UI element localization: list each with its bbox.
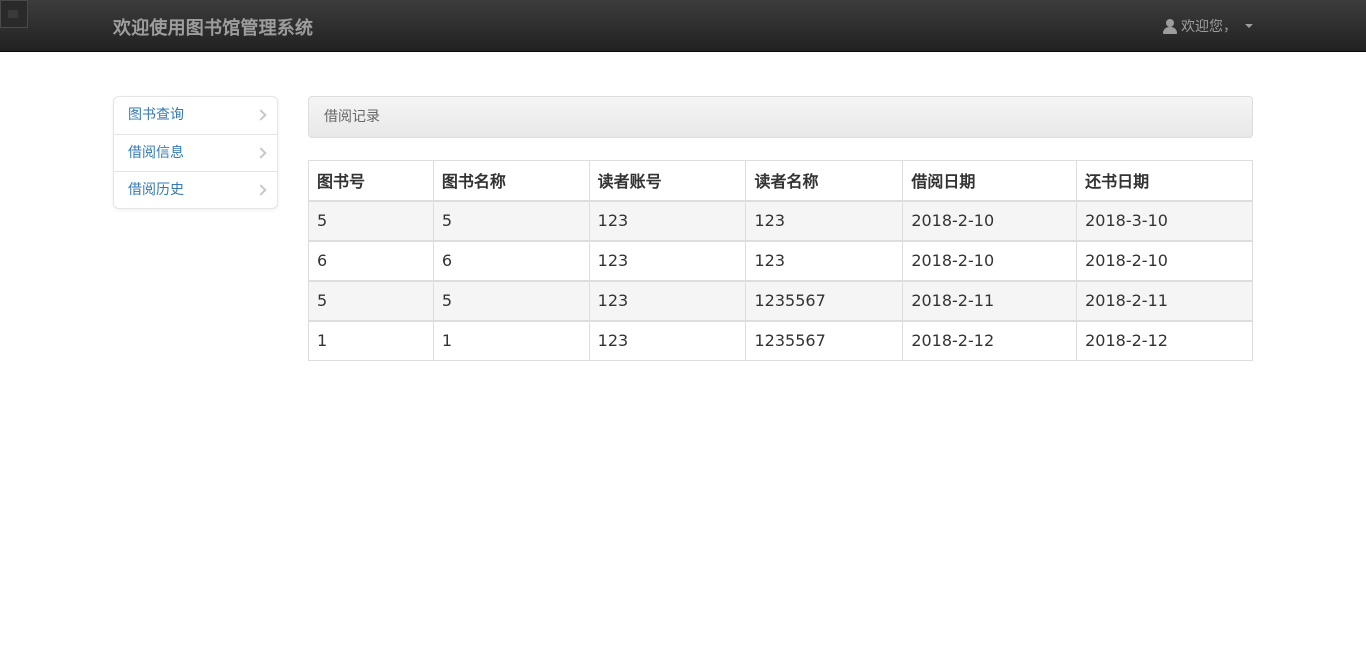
- table-cell: 5: [432, 279, 590, 321]
- table-cell: 123: [588, 279, 747, 321]
- table-cell: 5: [308, 200, 434, 241]
- table-cell: 2018-2-11: [902, 279, 1078, 321]
- chevron-right-icon: [255, 147, 267, 159]
- table-cell: 123: [588, 319, 747, 361]
- sidebar-item-borrow-history[interactable]: 借阅历史: [114, 171, 277, 208]
- table-cell: 5: [432, 200, 590, 241]
- table-cell: 2018-2-10: [902, 200, 1078, 241]
- table-row: 1 1 123 1235567 2018-2-12 2018-2-12: [308, 319, 1253, 361]
- table-row: 5 5 123 123 2018-2-10 2018-3-10: [308, 200, 1253, 241]
- chevron-right-icon: [255, 184, 267, 196]
- table-cell: 1235567: [745, 319, 904, 361]
- column-header-book-name: 图书名称: [432, 160, 590, 202]
- panel-heading: 借阅记录: [308, 96, 1253, 138]
- sidebar-nav: 图书查询 借阅信息 借阅历史: [113, 96, 278, 209]
- column-header-borrow-date: 借阅日期: [902, 160, 1078, 202]
- table-cell: 1: [432, 319, 590, 361]
- borrow-records-table: 图书号 图书名称 读者账号 读者名称 借阅日期 还书日期 5 5 123 123…: [308, 160, 1253, 361]
- table-cell: 2018-3-10: [1076, 200, 1253, 241]
- table-cell: 1235567: [745, 279, 904, 321]
- user-icon: [1163, 18, 1177, 34]
- table-cell: 123: [745, 200, 904, 241]
- table-cell: 2018-2-11: [1076, 279, 1253, 321]
- column-header-reader-account: 读者账号: [588, 160, 747, 202]
- user-greeting-label: 欢迎您，: [1181, 19, 1237, 35]
- column-header-book-id: 图书号: [308, 160, 434, 202]
- user-dropdown-toggle[interactable]: 欢迎您，: [1163, 16, 1253, 36]
- table-row: 5 5 123 1235567 2018-2-11 2018-2-11: [308, 279, 1253, 321]
- table-cell: 1: [308, 319, 434, 361]
- table-cell: 2018-2-12: [902, 319, 1078, 361]
- chevron-right-icon: [255, 109, 267, 121]
- top-navbar: 欢迎使用图书馆管理系统 欢迎您，: [0, 0, 1366, 52]
- table-cell: 6: [308, 239, 434, 281]
- table-cell: 6: [432, 239, 590, 281]
- table-header-row: 图书号 图书名称 读者账号 读者名称 借阅日期 还书日期: [308, 160, 1253, 202]
- column-header-return-date: 还书日期: [1076, 160, 1253, 202]
- table-cell: 5: [308, 279, 434, 321]
- sidebar-item-label: 借阅历史: [128, 182, 184, 198]
- sidebar-item-borrow-info[interactable]: 借阅信息: [114, 134, 277, 171]
- table-cell: 123: [588, 239, 747, 281]
- table-cell: 123: [745, 239, 904, 281]
- caret-down-icon: [1245, 24, 1253, 28]
- column-header-reader-name: 读者名称: [745, 160, 904, 202]
- table-cell: 2018-2-12: [1076, 319, 1253, 361]
- table-cell: 2018-2-10: [1076, 239, 1253, 281]
- table-cell: 2018-2-10: [902, 239, 1078, 281]
- sidebar-item-label: 图书查询: [128, 107, 184, 123]
- sidebar-item-label: 借阅信息: [128, 145, 184, 161]
- sidebar-item-book-search[interactable]: 图书查询: [114, 97, 277, 134]
- menu-toggle-icon[interactable]: [0, 0, 28, 28]
- app-brand-title[interactable]: 欢迎使用图书馆管理系统: [113, 14, 313, 40]
- table-row: 6 6 123 123 2018-2-10 2018-2-10: [308, 239, 1253, 281]
- table-cell: 123: [588, 200, 747, 241]
